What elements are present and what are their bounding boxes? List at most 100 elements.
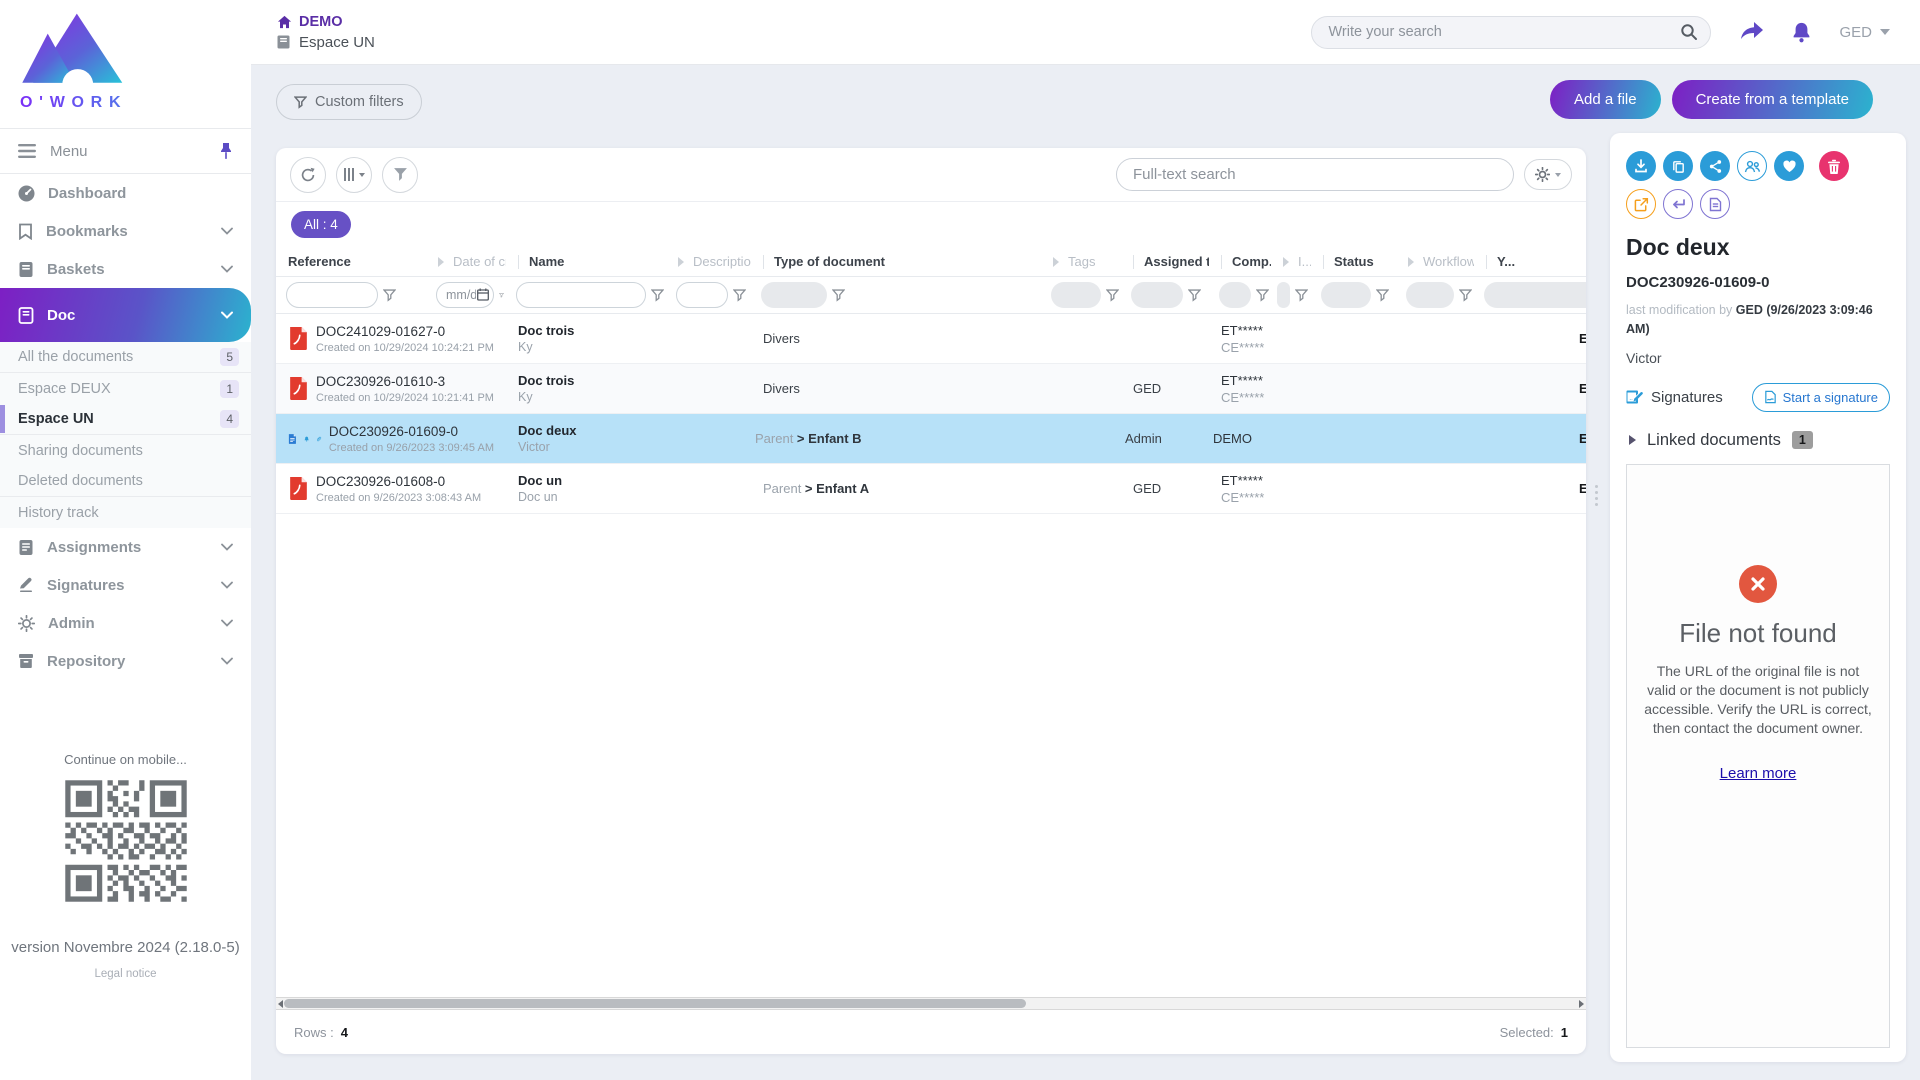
fulltext-search-input[interactable] [1116, 158, 1514, 191]
account-menu[interactable]: GED [1839, 24, 1890, 41]
scroll-right-arrow-icon[interactable] [1579, 1000, 1584, 1008]
sidebar-item-espace-deux[interactable]: Espace DEUX 1 [0, 373, 251, 404]
column-header-workflow[interactable]: Workflow [1396, 247, 1474, 276]
global-search-input[interactable] [1328, 24, 1680, 40]
create-from-template-button[interactable]: Create from a template [1672, 80, 1873, 119]
doc-book-icon [18, 307, 34, 324]
start-signature-button[interactable]: Start a signature [1752, 383, 1890, 412]
add-file-button[interactable]: Add a file [1550, 80, 1661, 119]
custom-filters-button[interactable]: Custom filters [276, 84, 422, 120]
filter-funnel-icon[interactable] [651, 289, 664, 302]
legal-notice-link[interactable]: Legal notice [94, 968, 156, 980]
table-row-selected[interactable]: DOC230926-01609-0 Created on 9/26/2023 3… [276, 414, 1586, 464]
column-header-assigned-to[interactable]: Assigned t... [1121, 247, 1209, 276]
sidebar-item-baskets[interactable]: Baskets [0, 250, 251, 288]
linked-documents-toggle[interactable]: Linked documents 1 [1626, 431, 1890, 450]
sidebar-item-doc[interactable]: Doc [0, 288, 251, 342]
document-preview-button[interactable] [1700, 189, 1730, 219]
reference-cell: DOC230926-01609-0 Created on 9/26/2023 3… [276, 424, 506, 454]
column-header-tags[interactable]: Tags [1041, 247, 1121, 276]
filter-funnel-icon[interactable] [733, 289, 746, 302]
open-external-button[interactable] [1626, 189, 1656, 219]
favorite-heart-button[interactable] [1774, 151, 1804, 181]
chevron-down-icon [359, 173, 365, 177]
column-header-reference[interactable]: Reference [276, 247, 426, 276]
share-forward-icon[interactable] [1738, 21, 1764, 43]
sidebar-item-history-track[interactable]: History track [0, 497, 251, 528]
horizontal-scrollbar[interactable] [276, 997, 1586, 1010]
company-sub: CE***** [1221, 340, 1259, 355]
sidebar-item-label: Baskets [47, 261, 105, 278]
sidebar-item-label: Espace UN [18, 411, 94, 427]
rows-count: 4 [341, 1025, 348, 1040]
search-icon[interactable] [1680, 23, 1698, 41]
scroll-left-arrow-icon[interactable] [278, 1000, 283, 1008]
column-header-i[interactable]: I... [1271, 247, 1311, 276]
filter-funnel-icon[interactable] [499, 289, 504, 302]
filter-funnel-icon[interactable] [1106, 289, 1119, 302]
reference-cell: DOC241029-01627-0 Created on 10/29/2024 … [276, 324, 506, 354]
filter-funnel-icon[interactable] [1376, 289, 1389, 302]
grid-settings-button[interactable] [1524, 159, 1572, 190]
filter-reference-input[interactable] [286, 282, 378, 308]
delete-trash-button[interactable] [1819, 151, 1849, 181]
notifications-bell-icon[interactable] [1791, 21, 1812, 44]
breadcrumb-home[interactable]: DEMO [277, 14, 375, 30]
filter-workflow-disabled [1406, 282, 1454, 308]
column-header-name[interactable]: Name [506, 247, 666, 276]
download-button[interactable] [1626, 151, 1656, 181]
filter-funnel-icon[interactable] [1459, 289, 1472, 302]
filter-description-input[interactable] [676, 282, 728, 308]
sidebar-item-assignments[interactable]: Assignments [0, 528, 251, 566]
sidebar-item-bookmarks[interactable]: Bookmarks [0, 212, 251, 250]
sidebar-item-sharing-documents[interactable]: Sharing documents [0, 435, 251, 466]
filter-funnel-icon[interactable] [383, 289, 396, 302]
start-signature-label: Start a signature [1783, 390, 1878, 405]
type-cell: Parent > Enfant A [751, 481, 1041, 496]
sidebar-item-dashboard[interactable]: Dashboard [0, 174, 251, 212]
column-header-date-of-creation[interactable]: Date of cr... [426, 247, 506, 276]
tab-all[interactable]: All : 4 [291, 211, 351, 238]
panel-resize-handle[interactable] [1595, 485, 1598, 506]
sidebar-item-all-documents[interactable]: All the documents 5 [0, 342, 251, 373]
sidebar-item-admin[interactable]: Admin [0, 604, 251, 642]
table-row[interactable]: DOC230926-01610-3 Created on 10/29/2024 … [276, 364, 1586, 414]
breadcrumb: DEMO Espace UN [277, 14, 375, 51]
table-row[interactable]: DOC241029-01627-0 Created on 10/29/2024 … [276, 314, 1586, 364]
sidebar-item-espace-un[interactable]: Espace UN 4 [0, 404, 251, 435]
filter-funnel-icon[interactable] [832, 289, 845, 302]
column-header-type-of-document[interactable]: Type of document [751, 247, 1041, 276]
refresh-button[interactable] [290, 157, 326, 193]
column-header-status[interactable]: Status [1311, 247, 1396, 276]
sidebar-item-signatures[interactable]: Signatures [0, 566, 251, 604]
filter-funnel-icon[interactable] [1256, 289, 1269, 302]
share-button[interactable] [1700, 151, 1730, 181]
copy-button[interactable] [1663, 151, 1693, 181]
sidebar-item-label: Signatures [47, 577, 125, 594]
columns-button[interactable] [336, 157, 372, 193]
scrollbar-thumb[interactable] [284, 999, 1026, 1008]
filter-funnel-icon[interactable] [1188, 289, 1201, 302]
name-cell: Doc deux Victor [506, 423, 658, 454]
return-button[interactable] [1663, 189, 1693, 219]
sidebar-item-deleted-documents[interactable]: Deleted documents [0, 466, 251, 497]
topbar-actions: GED [1311, 16, 1890, 49]
calendar-icon[interactable] [477, 288, 489, 301]
document-created: Created on 10/29/2024 10:24:21 PM [316, 342, 494, 354]
gear-icon [18, 615, 35, 632]
table-row[interactable]: DOC230926-01608-0 Created on 9/26/2023 3… [276, 464, 1586, 514]
assign-users-button[interactable] [1737, 151, 1767, 181]
grid-filter-button[interactable] [382, 157, 418, 193]
column-header-y[interactable]: Y... [1474, 247, 1586, 276]
column-header-company[interactable]: Comp... [1209, 247, 1271, 276]
pin-sidebar-icon[interactable] [219, 143, 233, 160]
filter-name-input[interactable] [516, 282, 646, 308]
breadcrumb-current-label: Espace UN [299, 34, 375, 51]
gauge-icon [18, 185, 35, 202]
sidebar-item-repository[interactable]: Repository [0, 642, 251, 680]
menu-toggle[interactable]: Menu [0, 128, 251, 174]
column-header-description[interactable]: Description [666, 247, 751, 276]
app-logo: O'WORK [0, 0, 251, 112]
learn-more-link[interactable]: Learn more [1720, 765, 1797, 782]
filter-funnel-icon[interactable] [1295, 289, 1308, 302]
